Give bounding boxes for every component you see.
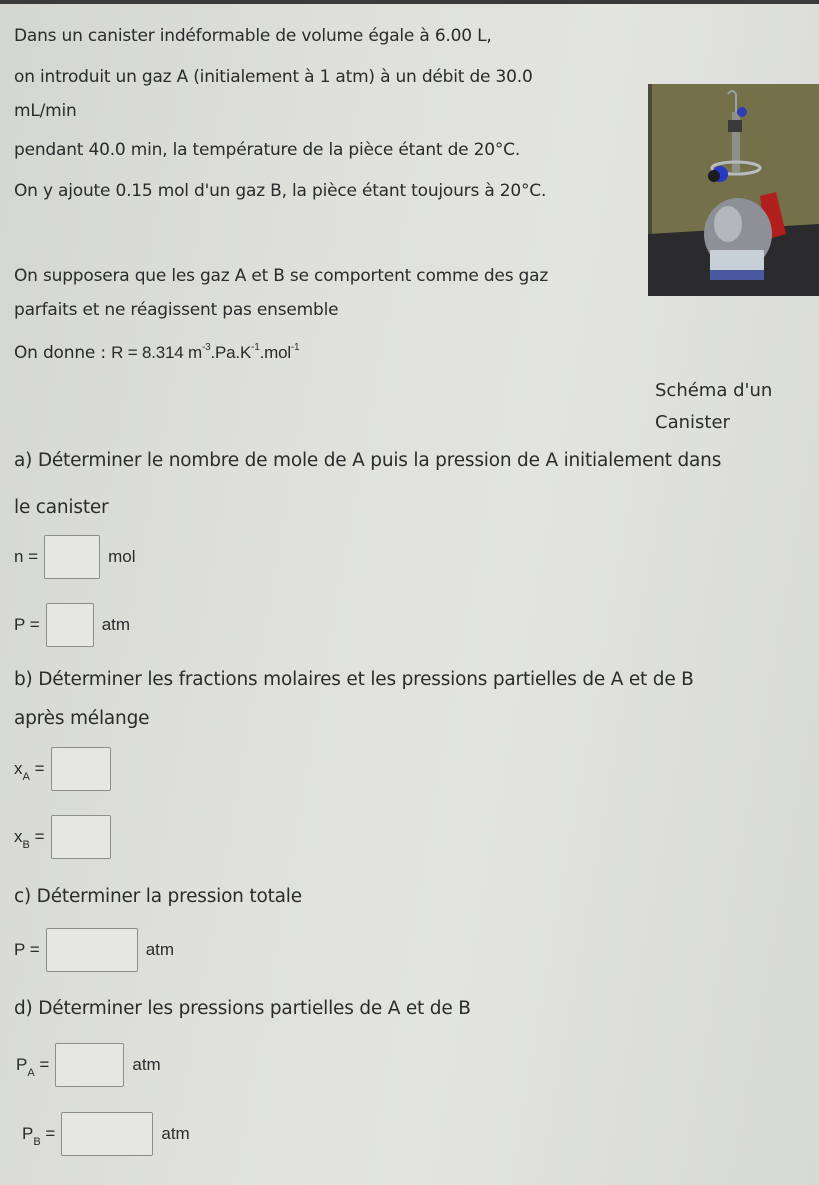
question-b-text-2: après mélange bbox=[14, 708, 150, 729]
answer-row-n: n = mol bbox=[14, 535, 136, 579]
formula-part: .Pa.K bbox=[210, 343, 252, 362]
subscript: A bbox=[22, 771, 30, 783]
unit-label: atm bbox=[101, 615, 131, 634]
statement-line-1: Dans un canister indéformable de volume … bbox=[14, 26, 492, 46]
unit-label: atm bbox=[161, 1124, 190, 1143]
statement-line-2: on introduit un gaz A (initialement à 1 … bbox=[14, 67, 533, 87]
mole-fraction-a-input[interactable] bbox=[50, 747, 111, 791]
canister-illustration bbox=[648, 84, 819, 296]
mole-fraction-b-input[interactable] bbox=[50, 815, 111, 859]
answer-row-xb: xB = bbox=[14, 815, 119, 859]
subscript: B bbox=[33, 1136, 41, 1148]
variable: P bbox=[16, 1055, 28, 1074]
formula-part: R = 8.314 m bbox=[111, 343, 202, 362]
formula-part: .mol bbox=[259, 343, 292, 362]
unit-label: atm bbox=[132, 1055, 161, 1074]
question-b-text-1: b) Déterminer les fractions molaires et … bbox=[14, 669, 694, 690]
question-c-text: c) Déterminer la pression totale bbox=[14, 886, 302, 907]
field-label: n = bbox=[14, 547, 39, 566]
formula-exponent: -1 bbox=[290, 342, 300, 354]
answer-row-xa: xA = bbox=[14, 747, 119, 791]
given-prefix: On donne : bbox=[14, 343, 106, 363]
answer-row-pressure-a: P = atm bbox=[14, 603, 130, 647]
variable: x bbox=[14, 759, 23, 778]
partial-pressure-b-input[interactable] bbox=[61, 1112, 154, 1156]
field-label: xB = bbox=[14, 827, 45, 851]
figure-caption-line-1: Schéma d'un bbox=[655, 380, 773, 401]
statement-line-7: parfaits et ne réagissent pas ensemble bbox=[14, 300, 339, 320]
field-label: P = bbox=[14, 615, 40, 634]
formula-exponent: -1 bbox=[251, 342, 260, 354]
answer-row-total-pressure: P = atm bbox=[14, 928, 174, 972]
top-edge bbox=[0, 0, 819, 4]
field-label: PB = bbox=[22, 1124, 56, 1148]
answer-row-pb: PB = atm bbox=[14, 1112, 190, 1156]
variable: x bbox=[14, 827, 23, 846]
subscript: A bbox=[27, 1067, 35, 1079]
answer-row-pa: PA = atm bbox=[14, 1043, 161, 1087]
subscript: B bbox=[22, 839, 30, 851]
equals-sign: = bbox=[34, 759, 45, 778]
formula-exponent: -3 bbox=[202, 342, 211, 354]
variable: P bbox=[22, 1124, 34, 1143]
initial-pressure-input[interactable] bbox=[45, 603, 94, 647]
mole-count-input[interactable] bbox=[44, 535, 101, 579]
field-label: xA = bbox=[14, 759, 45, 783]
equals-sign: = bbox=[34, 827, 45, 846]
canister-photo bbox=[648, 84, 819, 296]
question-a-text-2: le canister bbox=[14, 497, 109, 518]
equals-sign: = bbox=[45, 1124, 56, 1143]
gas-constant-formula: R = 8.314 m-3.Pa.K-1.mol-1 bbox=[111, 342, 300, 362]
statement-line-3: mL/min bbox=[14, 101, 77, 121]
field-label: P = bbox=[14, 940, 40, 959]
total-pressure-input[interactable] bbox=[45, 928, 138, 972]
given-constant: On donne : R = 8.314 m-3.Pa.K-1.mol-1 bbox=[14, 342, 300, 363]
field-label: PA = bbox=[16, 1055, 50, 1079]
unit-label: atm bbox=[145, 940, 175, 959]
partial-pressure-a-input[interactable] bbox=[55, 1043, 125, 1087]
figure-caption-line-2: Canister bbox=[655, 412, 730, 433]
statement-line-4: pendant 40.0 min, la température de la p… bbox=[14, 140, 521, 160]
question-d-text: d) Déterminer les pressions partielles d… bbox=[14, 998, 471, 1019]
question-a-text-1: a) Déterminer le nombre de mole de A pui… bbox=[14, 450, 722, 471]
unit-label: mol bbox=[108, 547, 136, 566]
statement-line-6: On supposera que les gaz A et B se compo… bbox=[14, 266, 549, 286]
statement-line-5: On y ajoute 0.15 mol d'un gaz B, la pièc… bbox=[14, 181, 547, 201]
equals-sign: = bbox=[39, 1055, 50, 1074]
